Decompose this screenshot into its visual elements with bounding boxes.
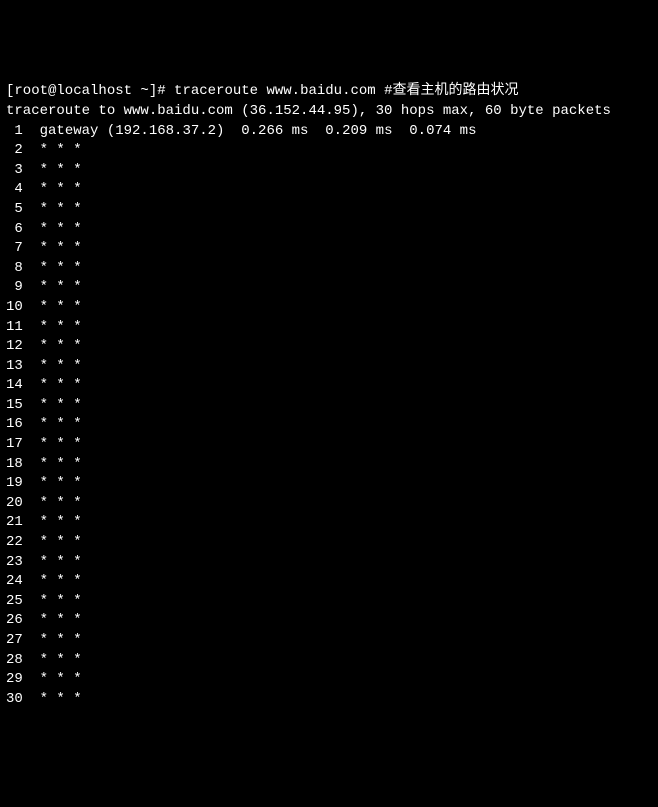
hop-result: * * * [23, 573, 82, 589]
hop-number: 3 [6, 162, 23, 178]
hop-result: * * * [23, 475, 82, 491]
terminal-output: [root@localhost ~]# traceroute www.baidu… [6, 82, 652, 709]
hop-number: 28 [6, 652, 23, 668]
hop-result: * * * [23, 162, 82, 178]
hop-result: * * * [23, 279, 82, 295]
hop-line: 28 * * * [6, 651, 652, 671]
hop-number: 5 [6, 201, 23, 217]
hop-result: * * * [23, 299, 82, 315]
hop-line: 7 * * * [6, 239, 652, 259]
hop-result: * * * [23, 377, 82, 393]
hop-line: 24 * * * [6, 572, 652, 592]
hop-line: 11 * * * [6, 318, 652, 338]
hop-line: 13 * * * [6, 357, 652, 377]
hop-result: * * * [23, 416, 82, 432]
hop-line: 8 * * * [6, 259, 652, 279]
hop-number: 12 [6, 338, 23, 354]
hop-result: * * * [23, 534, 82, 550]
hop-result: * * * [23, 338, 82, 354]
hop-result: * * * [23, 632, 82, 648]
hop-line: 15 * * * [6, 396, 652, 416]
hop-line: 4 * * * [6, 180, 652, 200]
hop-number: 29 [6, 671, 23, 687]
hop-result: * * * [23, 240, 82, 256]
hop-line: 1 gateway (192.168.37.2) 0.266 ms 0.209 … [6, 122, 652, 142]
hop-line: 30 * * * [6, 690, 652, 710]
hop-number: 16 [6, 416, 23, 432]
hop-result: * * * [23, 671, 82, 687]
hop-number: 2 [6, 142, 23, 158]
hop-line: 10 * * * [6, 298, 652, 318]
hop-number: 8 [6, 260, 23, 276]
hop-line: 17 * * * [6, 435, 652, 455]
hop-line: 23 * * * [6, 553, 652, 573]
hop-number: 18 [6, 456, 23, 472]
hop-line: 2 * * * [6, 141, 652, 161]
hop-result: * * * [23, 260, 82, 276]
hop-number: 11 [6, 319, 23, 335]
hop-line: 29 * * * [6, 670, 652, 690]
hop-line: 18 * * * [6, 455, 652, 475]
hop-number: 17 [6, 436, 23, 452]
hop-line: 27 * * * [6, 631, 652, 651]
hop-number: 19 [6, 475, 23, 491]
hop-result: * * * [23, 397, 82, 413]
hop-number: 1 [6, 123, 23, 139]
hop-line: 22 * * * [6, 533, 652, 553]
hop-line: 19 * * * [6, 474, 652, 494]
hop-number: 30 [6, 691, 23, 707]
hop-number: 20 [6, 495, 23, 511]
command-comment: #查看主机的路由状况 [384, 83, 518, 99]
hop-line: 16 * * * [6, 415, 652, 435]
hop-number: 6 [6, 221, 23, 237]
hop-line: 6 * * * [6, 220, 652, 240]
hop-result: * * * [23, 456, 82, 472]
hop-number: 7 [6, 240, 23, 256]
hop-result: * * * [23, 201, 82, 217]
hop-result: * * * [23, 652, 82, 668]
hop-number: 13 [6, 358, 23, 374]
hop-result: * * * [23, 181, 82, 197]
hop-number: 21 [6, 514, 23, 530]
hop-line: 14 * * * [6, 376, 652, 396]
hop-number: 25 [6, 593, 23, 609]
hop-result: * * * [23, 221, 82, 237]
hop-result: * * * [23, 142, 82, 158]
hop-line: 9 * * * [6, 278, 652, 298]
hop-result: * * * [23, 495, 82, 511]
hop-number: 24 [6, 573, 23, 589]
traceroute-header: traceroute to www.baidu.com (36.152.44.9… [6, 102, 652, 122]
hop-number: 9 [6, 279, 23, 295]
hop-line: 3 * * * [6, 161, 652, 181]
hop-result: * * * [23, 358, 82, 374]
hops-list: 1 gateway (192.168.37.2) 0.266 ms 0.209 … [6, 122, 652, 710]
hop-number: 26 [6, 612, 23, 628]
hop-number: 27 [6, 632, 23, 648]
hop-number: 14 [6, 377, 23, 393]
hop-line: 21 * * * [6, 513, 652, 533]
shell-prompt: [root@localhost ~]# [6, 83, 166, 99]
hop-result: gateway (192.168.37.2) 0.266 ms 0.209 ms… [23, 123, 477, 139]
hop-line: 12 * * * [6, 337, 652, 357]
hop-number: 22 [6, 534, 23, 550]
hop-number: 15 [6, 397, 23, 413]
hop-line: 26 * * * [6, 611, 652, 631]
hop-result: * * * [23, 691, 82, 707]
hop-number: 23 [6, 554, 23, 570]
hop-result: * * * [23, 319, 82, 335]
hop-result: * * * [23, 514, 82, 530]
command-text: traceroute www.baidu.com [174, 83, 376, 99]
hop-result: * * * [23, 436, 82, 452]
hop-result: * * * [23, 554, 82, 570]
hop-line: 20 * * * [6, 494, 652, 514]
hop-number: 4 [6, 181, 23, 197]
hop-result: * * * [23, 593, 82, 609]
command-line: [root@localhost ~]# traceroute www.baidu… [6, 82, 652, 102]
hop-number: 10 [6, 299, 23, 315]
hop-result: * * * [23, 612, 82, 628]
hop-line: 5 * * * [6, 200, 652, 220]
hop-line: 25 * * * [6, 592, 652, 612]
